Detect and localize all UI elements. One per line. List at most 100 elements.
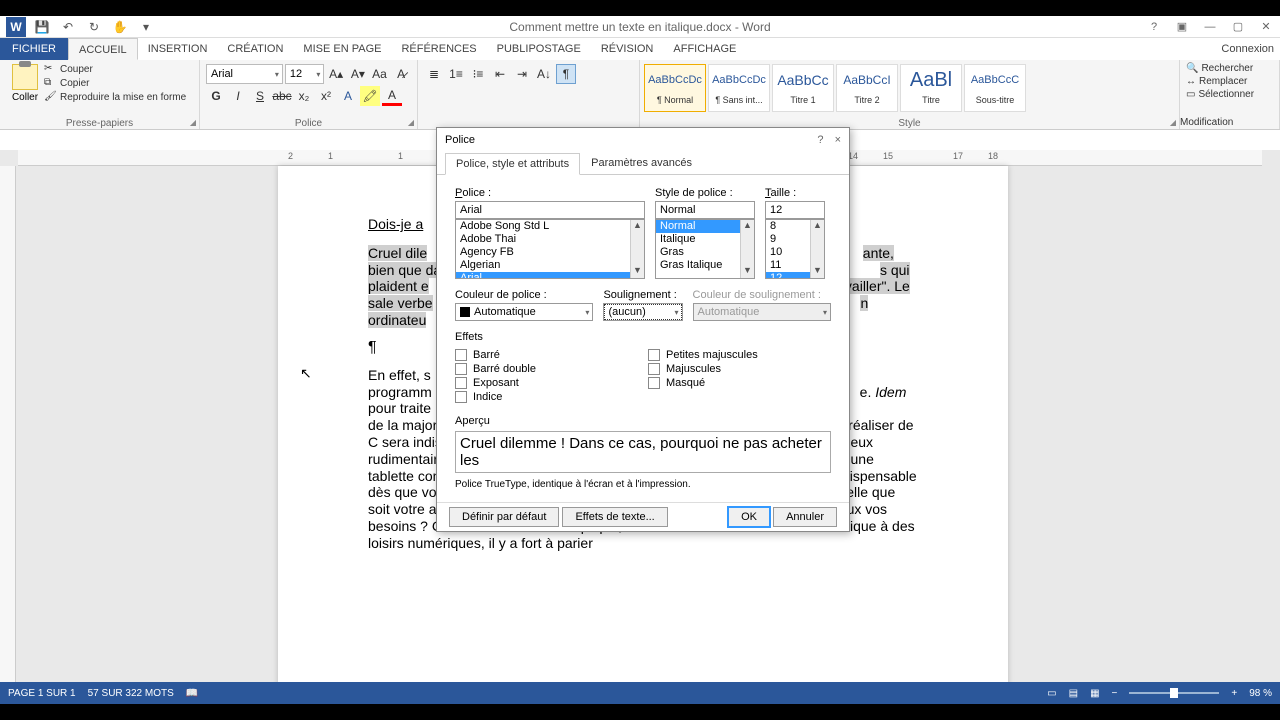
font-list[interactable]: Adobe Song Std L Adobe Thai Agency FB Al…: [455, 219, 645, 279]
tab-insert[interactable]: INSERTION: [138, 38, 218, 60]
font-name-combo[interactable]: Arial: [206, 64, 283, 84]
style-list-scrollbar[interactable]: ▲▼: [740, 220, 754, 278]
multilevel-icon[interactable]: ⁝≡: [468, 64, 488, 84]
chk-dstrike[interactable]: Barré double: [455, 363, 638, 375]
group-font-label: Police: [200, 118, 417, 129]
font-name-input[interactable]: [455, 201, 645, 219]
signin-link[interactable]: Connexion: [1221, 43, 1274, 55]
view-print-icon[interactable]: ▤: [1069, 688, 1078, 699]
show-marks-icon[interactable]: ¶: [556, 64, 576, 84]
dialog-close-icon[interactable]: ×: [835, 134, 841, 146]
dialog-title: Police: [445, 134, 475, 146]
tab-layout[interactable]: MISE EN PAGE: [293, 38, 391, 60]
text-effects-button[interactable]: Effets de texte...: [562, 507, 667, 527]
vertical-ruler[interactable]: [0, 166, 16, 682]
copy-button[interactable]: ⧉Copier: [44, 76, 186, 90]
help-icon[interactable]: ?: [1140, 17, 1168, 37]
font-launcher-icon[interactable]: ◢: [408, 118, 414, 127]
touch-mode-icon[interactable]: ✋: [110, 17, 130, 37]
chk-strike[interactable]: Barré: [455, 349, 638, 361]
redo-icon[interactable]: ↻: [84, 17, 104, 37]
find-button[interactable]: 🔍Rechercher: [1186, 62, 1273, 75]
style-title[interactable]: AaBlTitre: [900, 64, 962, 112]
font-color-combo[interactable]: Automatique: [455, 303, 593, 321]
close-icon[interactable]: ✕: [1252, 17, 1280, 37]
tab-file[interactable]: FICHIER: [0, 38, 68, 60]
shrink-font-icon[interactable]: A▾: [348, 64, 368, 84]
minimize-icon[interactable]: —: [1196, 17, 1224, 37]
replace-button[interactable]: ↔Remplacer: [1186, 75, 1273, 88]
bullets-icon[interactable]: ≣: [424, 64, 444, 84]
cut-button[interactable]: ✂Couper: [44, 62, 186, 76]
size-list-scrollbar[interactable]: ▲▼: [810, 220, 824, 278]
style-list[interactable]: Normal Italique Gras Gras Italique ▲▼: [655, 219, 755, 279]
tab-font-style[interactable]: Police, style et attributs: [445, 153, 580, 175]
font-size-input[interactable]: [765, 201, 825, 219]
size-list[interactable]: 8 9 10 11 12 ▲▼: [765, 219, 825, 279]
tab-advanced[interactable]: Paramètres avancés: [580, 152, 703, 174]
tab-home[interactable]: ACCUEIL: [68, 38, 138, 60]
zoom-slider[interactable]: [1129, 692, 1219, 694]
ribbon-options-icon[interactable]: ▣: [1168, 17, 1196, 37]
qat-customize-icon[interactable]: ▾: [136, 17, 156, 37]
style-nospacing[interactable]: AaBbCcDc¶ Sans int...: [708, 64, 770, 112]
cancel-button[interactable]: Annuler: [773, 507, 837, 527]
highlight-icon[interactable]: 🖍: [360, 86, 380, 106]
font-size-combo[interactable]: 12: [285, 64, 325, 84]
tab-review[interactable]: RÉVISION: [591, 38, 664, 60]
grow-font-icon[interactable]: A▴: [326, 64, 346, 84]
chk-sub[interactable]: Indice: [455, 391, 638, 403]
paste-button[interactable]: Coller: [6, 62, 44, 104]
font-color-icon[interactable]: A: [382, 86, 402, 106]
tab-view[interactable]: AFFICHAGE: [663, 38, 746, 60]
ok-button[interactable]: OK: [728, 507, 770, 527]
select-button[interactable]: ▭Sélectionner: [1186, 88, 1273, 101]
format-painter-button[interactable]: 🖌Reproduire la mise en forme: [44, 90, 186, 104]
search-icon: 🔍: [1186, 63, 1198, 74]
zoom-in-icon[interactable]: +: [1231, 688, 1237, 699]
outdent-icon[interactable]: ⇤: [490, 64, 510, 84]
tab-references[interactable]: RÉFÉRENCES: [391, 38, 486, 60]
indent-icon[interactable]: ⇥: [512, 64, 532, 84]
change-case-icon[interactable]: Aa: [370, 64, 390, 84]
superscript-icon[interactable]: x²: [316, 86, 336, 106]
chk-allcaps[interactable]: Majuscules: [648, 363, 831, 375]
chk-super[interactable]: Exposant: [455, 377, 638, 389]
chk-smallcaps[interactable]: Petites majuscules: [648, 349, 831, 361]
style-h1[interactable]: AaBbCcTitre 1: [772, 64, 834, 112]
sort-icon[interactable]: A↓: [534, 64, 554, 84]
underline-icon[interactable]: S: [250, 86, 270, 106]
proofing-icon[interactable]: 📖: [186, 688, 198, 699]
tab-design[interactable]: CRÉATION: [217, 38, 293, 60]
effects-label: Effets: [455, 331, 831, 343]
subscript-icon[interactable]: x₂: [294, 86, 314, 106]
status-words[interactable]: 57 SUR 322 MOTS: [88, 688, 174, 699]
font-style-input[interactable]: [655, 201, 755, 219]
clear-format-icon[interactable]: A̷: [391, 64, 411, 84]
zoom-out-icon[interactable]: −: [1112, 688, 1118, 699]
bold-icon[interactable]: G: [206, 86, 226, 106]
text-effects-icon[interactable]: A: [338, 86, 358, 106]
italic-icon[interactable]: I: [228, 86, 248, 106]
view-web-icon[interactable]: ▦: [1090, 688, 1099, 699]
status-page[interactable]: PAGE 1 SUR 1: [8, 688, 76, 699]
dialog-help-icon[interactable]: ?: [817, 134, 823, 146]
font-list-scrollbar[interactable]: ▲▼: [630, 220, 644, 278]
clipboard-launcher-icon[interactable]: ◢: [190, 118, 196, 127]
zoom-level[interactable]: 98 %: [1249, 688, 1272, 699]
chk-hidden[interactable]: Masqué: [648, 377, 831, 389]
style-h2[interactable]: AaBbCcITitre 2: [836, 64, 898, 112]
cut-icon: ✂: [44, 63, 56, 75]
undo-icon[interactable]: ↶: [58, 17, 78, 37]
style-subtitle[interactable]: AaBbCcCSous-titre: [964, 64, 1026, 112]
set-default-button[interactable]: Définir par défaut: [449, 507, 559, 527]
style-launcher-icon[interactable]: ◢: [1170, 118, 1176, 127]
tab-mailings[interactable]: PUBLIPOSTAGE: [487, 38, 591, 60]
style-normal[interactable]: AaBbCcDc¶ Normal: [644, 64, 706, 112]
numbering-icon[interactable]: 1≡: [446, 64, 466, 84]
maximize-icon[interactable]: ▢: [1224, 17, 1252, 37]
view-read-icon[interactable]: ▭: [1047, 688, 1056, 699]
strike-icon[interactable]: abc: [272, 86, 292, 106]
save-icon[interactable]: 💾: [32, 17, 52, 37]
underline-combo[interactable]: (aucun): [603, 303, 682, 321]
